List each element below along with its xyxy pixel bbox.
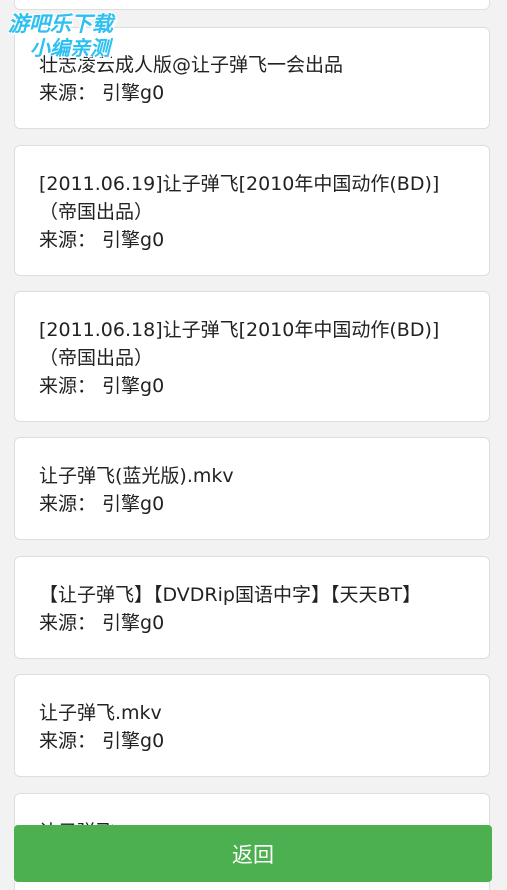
result-title: 让子弹飞.mkv [39, 702, 162, 724]
result-card[interactable]: [2011.06.19]让子弹飞[2010年中国动作(BD)]（帝国出品） 来源… [14, 145, 490, 276]
source-label: 来源： [39, 229, 97, 251]
source-value: 引擎g0 [102, 612, 165, 634]
source-label: 来源： [39, 82, 97, 104]
result-source: 来源： 引擎g0 [39, 490, 465, 518]
result-card[interactable]: 让子弹飞.mkv 来源： 引擎g0 [14, 674, 490, 777]
result-source: 来源： 引擎g0 [39, 372, 465, 400]
result-source: 来源： 引擎g0 [39, 727, 465, 755]
result-title: 让子弹飞(蓝光版).mkv [39, 465, 234, 487]
watermark-logo: 游吧乐下载 小编亲测 [8, 12, 113, 60]
result-card[interactable]: 【让子弹飞】【DVDRip国语中字】【天天BT】 来源： 引擎g0 [14, 556, 490, 659]
source-label: 来源： [39, 612, 97, 634]
result-source: 来源： 引擎g0 [39, 226, 465, 254]
result-title: 【让子弹飞】【DVDRip国语中字】【天天BT】 [39, 584, 422, 606]
watermark-line-1: 游吧乐下载 [8, 12, 113, 36]
result-card[interactable]: [2011.06.18]让子弹飞[2010年中国动作(BD)]（帝国出品） 来源… [14, 291, 490, 422]
result-source: 来源： 引擎g0 [39, 609, 465, 637]
result-title: [2011.06.18]让子弹飞[2010年中国动作(BD)]（帝国出品） [39, 319, 440, 369]
source-value: 引擎g0 [102, 229, 165, 251]
source-value: 引擎g0 [102, 730, 165, 752]
result-source: 来源： 引擎g0 [39, 79, 465, 107]
screen: 游吧乐下载 小编亲测 壮志凌云成人版@让子弹飞一会出品 来源： 引擎g0 [201… [0, 0, 507, 890]
source-value: 引擎g0 [102, 493, 165, 515]
source-value: 引擎g0 [102, 82, 165, 104]
back-button[interactable]: 返回 [14, 825, 492, 882]
source-label: 来源： [39, 375, 97, 397]
source-label: 来源： [39, 730, 97, 752]
result-title: [2011.06.19]让子弹飞[2010年中国动作(BD)]（帝国出品） [39, 173, 440, 223]
result-card[interactable] [14, 0, 490, 10]
source-value: 引擎g0 [102, 375, 165, 397]
result-card[interactable]: 让子弹飞(蓝光版).mkv 来源： 引擎g0 [14, 437, 490, 540]
source-label: 来源： [39, 493, 97, 515]
watermark-line-2: 小编亲测 [30, 36, 110, 60]
